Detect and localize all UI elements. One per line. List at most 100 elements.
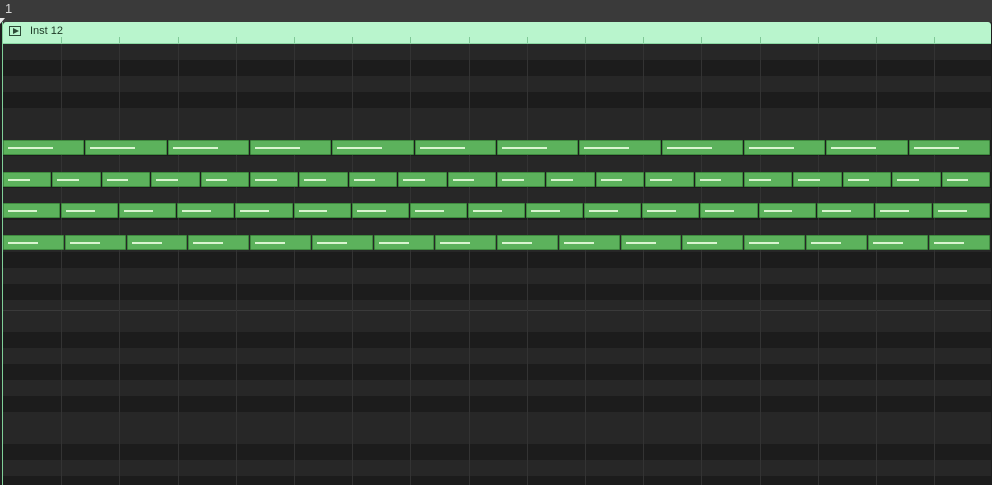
midi-note[interactable]: [467, 203, 526, 218]
midi-note[interactable]: [892, 172, 941, 187]
midi-note[interactable]: [497, 172, 546, 187]
midi-note[interactable]: [816, 203, 874, 218]
midi-note[interactable]: [3, 140, 85, 155]
midi-note[interactable]: [311, 235, 373, 250]
key-row: [3, 44, 991, 60]
velocity-line: [156, 179, 178, 181]
velocity-line: [440, 242, 471, 244]
midi-note[interactable]: [250, 235, 311, 250]
midi-note[interactable]: [167, 140, 249, 155]
midi-note[interactable]: [293, 203, 351, 218]
midi-note[interactable]: [558, 235, 620, 250]
midi-note[interactable]: [793, 172, 842, 187]
velocity-line: [304, 179, 327, 181]
key-row: [3, 76, 991, 92]
midi-note[interactable]: [250, 140, 332, 155]
midi-note[interactable]: [447, 172, 496, 187]
velocity-line: [66, 210, 95, 212]
midi-note[interactable]: [348, 172, 398, 187]
midi-region[interactable]: Inst 12: [2, 22, 991, 485]
midi-note[interactable]: [694, 172, 743, 187]
midi-note[interactable]: [373, 235, 435, 250]
midi-note[interactable]: [119, 203, 177, 218]
midi-note[interactable]: [744, 172, 793, 187]
midi-note[interactable]: [101, 172, 151, 187]
velocity-line: [798, 179, 821, 181]
midi-note[interactable]: [867, 235, 929, 250]
midi-note[interactable]: [3, 203, 61, 218]
beat-grid-line: [876, 44, 877, 485]
midi-note[interactable]: [151, 172, 200, 187]
midi-note[interactable]: [758, 203, 816, 218]
velocity-line: [205, 179, 228, 181]
midi-note[interactable]: [61, 203, 119, 218]
midi-note[interactable]: [3, 172, 52, 187]
midi-note[interactable]: [842, 172, 892, 187]
beat-tick: [61, 37, 62, 43]
midi-note[interactable]: [700, 203, 758, 218]
velocity-line: [131, 242, 162, 244]
midi-note[interactable]: [874, 203, 932, 218]
key-row: [3, 124, 991, 140]
midi-note[interactable]: [64, 235, 126, 250]
midi-note[interactable]: [414, 140, 496, 155]
midi-note[interactable]: [579, 140, 661, 155]
velocity-line: [419, 147, 465, 149]
octave-divider: [3, 310, 991, 311]
midi-note[interactable]: [52, 172, 101, 187]
midi-note[interactable]: [929, 235, 990, 250]
midi-note[interactable]: [332, 140, 414, 155]
velocity-line: [705, 210, 735, 212]
midi-note[interactable]: [642, 203, 700, 218]
velocity-line: [551, 179, 574, 181]
midi-note[interactable]: [200, 172, 249, 187]
midi-note[interactable]: [932, 203, 990, 218]
key-row: [3, 252, 991, 268]
beat-tick: [178, 37, 179, 43]
velocity-line: [699, 179, 722, 181]
midi-note[interactable]: [584, 203, 642, 218]
velocity-line: [106, 179, 129, 181]
midi-note[interactable]: [546, 172, 595, 187]
region-name-label: Inst 12: [30, 25, 64, 37]
midi-note[interactable]: [941, 172, 990, 187]
midi-note[interactable]: [126, 235, 188, 250]
midi-note[interactable]: [805, 235, 867, 250]
midi-note[interactable]: [595, 172, 645, 187]
beat-grid-line: [643, 44, 644, 485]
beat-grid-line: [352, 44, 353, 485]
midi-note[interactable]: [497, 140, 579, 155]
beat-grid-line: [294, 44, 295, 485]
midi-note[interactable]: [85, 140, 167, 155]
midi-note[interactable]: [398, 172, 447, 187]
midi-note[interactable]: [299, 172, 348, 187]
midi-note[interactable]: [435, 235, 496, 250]
timeline-ruler[interactable]: 1: [0, 0, 992, 24]
midi-note[interactable]: [645, 172, 694, 187]
piano-roll-grid[interactable]: [3, 44, 991, 485]
velocity-line: [749, 242, 779, 244]
midi-note[interactable]: [235, 203, 293, 218]
midi-note[interactable]: [526, 203, 584, 218]
midi-note[interactable]: [177, 203, 235, 218]
key-row: [3, 476, 991, 485]
velocity-line: [255, 242, 285, 244]
midi-note[interactable]: [497, 235, 558, 250]
midi-note[interactable]: [744, 140, 826, 155]
beat-tick: [701, 37, 702, 43]
midi-note[interactable]: [409, 203, 467, 218]
midi-note[interactable]: [908, 140, 990, 155]
midi-note[interactable]: [188, 235, 249, 250]
velocity-line: [821, 210, 851, 212]
key-row: [3, 332, 991, 348]
midi-note[interactable]: [250, 172, 299, 187]
midi-note[interactable]: [744, 235, 805, 250]
midi-note[interactable]: [3, 235, 64, 250]
midi-note[interactable]: [682, 235, 743, 250]
midi-note[interactable]: [620, 235, 682, 250]
midi-note[interactable]: [661, 140, 743, 155]
midi-note[interactable]: [351, 203, 409, 218]
velocity-line: [749, 147, 794, 149]
midi-note[interactable]: [826, 140, 908, 155]
region-header[interactable]: Inst 12: [3, 22, 991, 44]
